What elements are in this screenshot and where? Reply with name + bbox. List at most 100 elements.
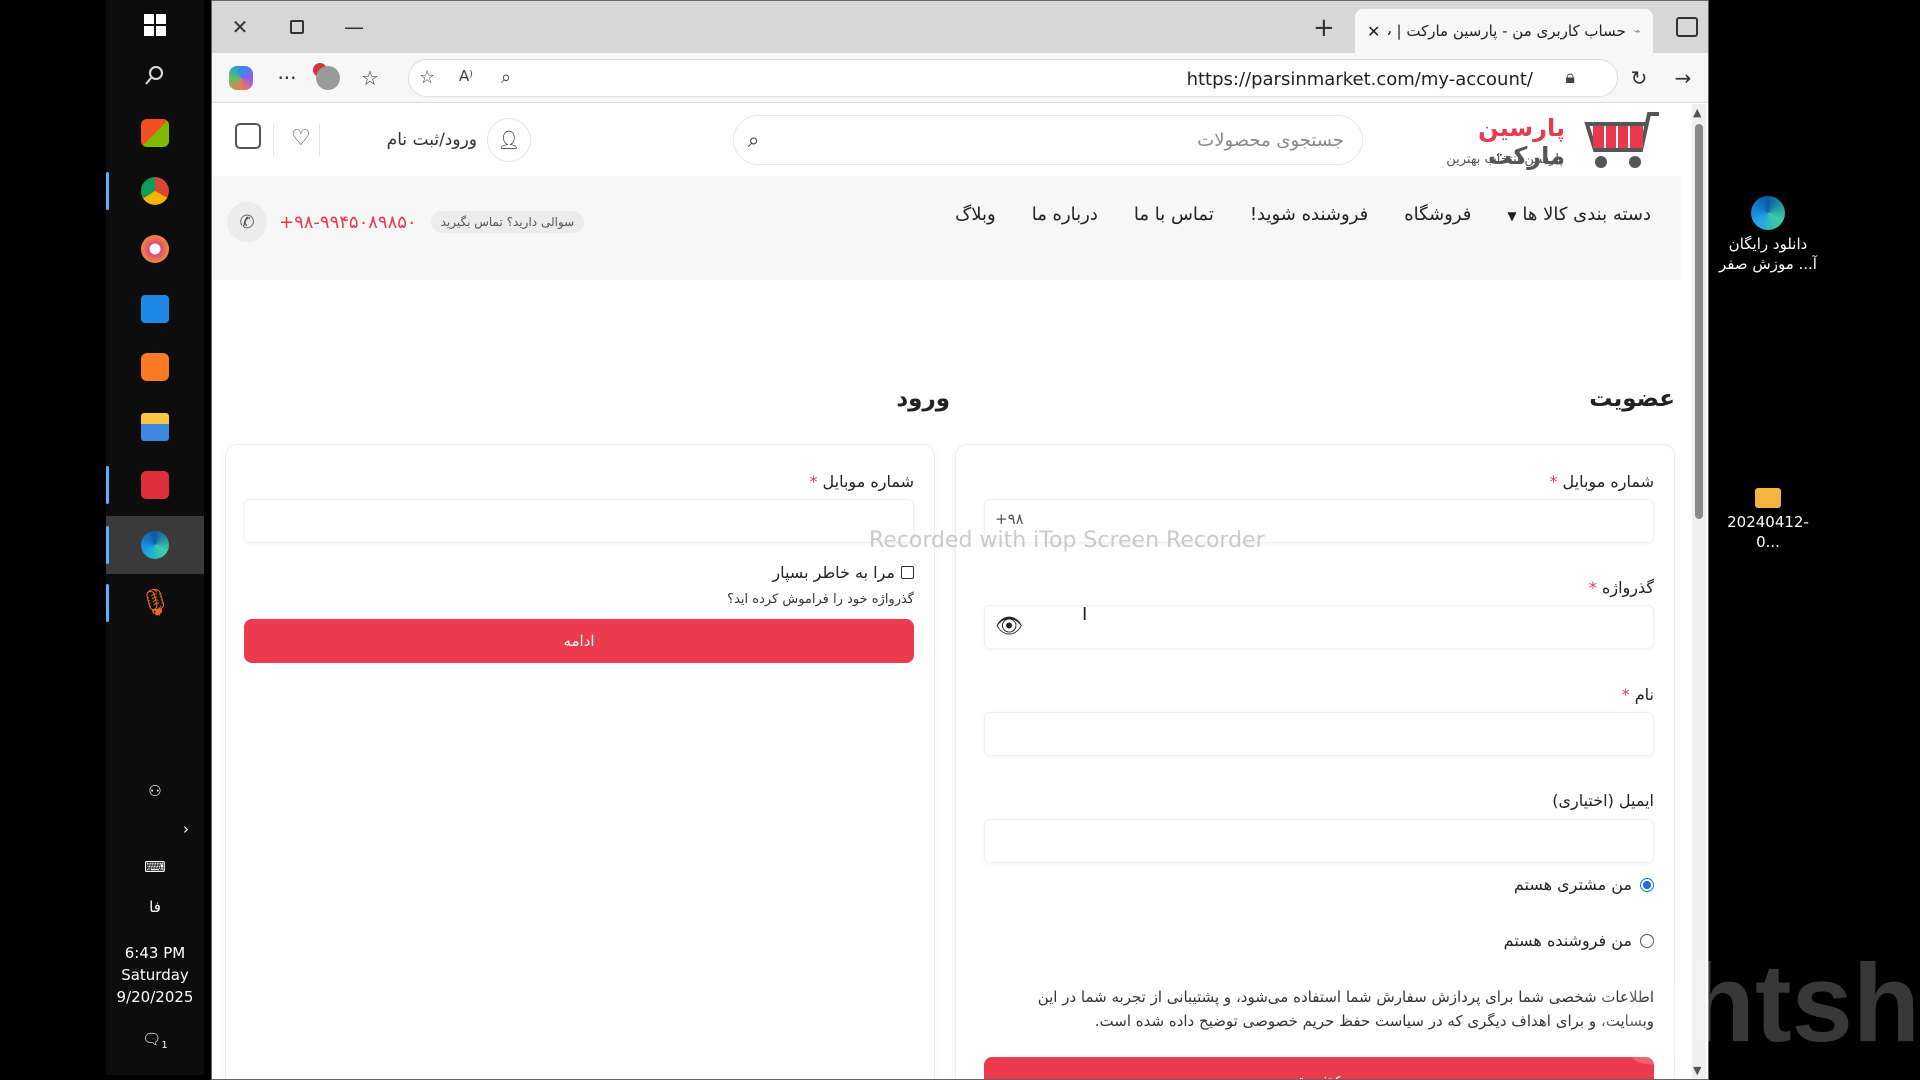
register-mobile-label: شماره موبایل * [1549, 472, 1654, 491]
taskbar-chrome[interactable] [106, 162, 204, 220]
contact-phone[interactable]: ✆ +۹۸-۹۹۴۵۰۸۹۸۵۰ سوالی دارید؟ تماس بگیری… [227, 202, 585, 242]
image-file-icon [1755, 488, 1781, 508]
radio-customer[interactable]: من مشتری هستم [1514, 875, 1654, 894]
register-password-label: گذرواژه * [1588, 578, 1654, 597]
taskbar-file-explorer[interactable] [106, 398, 204, 456]
profile-button[interactable] [313, 63, 343, 93]
remember-me-checkbox[interactable] [901, 566, 914, 579]
main-nav-bar: دسته بندی کالا ها ▼ فروشگاه فروشنده شوید… [213, 176, 1681, 280]
plus-icon: + [1313, 13, 1335, 43]
taskbar-search-button[interactable] [106, 46, 204, 104]
eye-slash-icon[interactable]: 👁︎ [995, 614, 1023, 639]
tab-bar: ✕ — + ⌁ حساب کاربری من - پارسین مارکت | … [212, 1, 1708, 53]
lock-icon[interactable]: 🔒︎ [1565, 67, 1575, 88]
edge-icon [141, 531, 169, 559]
menu-blog[interactable]: وبلاگ [955, 204, 996, 225]
url-text[interactable]: https://parsinmarket.com/my-account/ [1187, 69, 1533, 90]
tab-favicon: ⌁ [1633, 24, 1641, 38]
desktop-item-file[interactable]: 20240412-0... [1718, 488, 1818, 552]
notification-count: 1 [161, 1040, 168, 1051]
file-explorer-icon [141, 413, 169, 441]
taskbar-store[interactable] [106, 104, 204, 162]
forgot-password-link[interactable]: گذرواژه خود را فراموش کرده اید؟ [727, 592, 914, 607]
maximize-button[interactable] [283, 13, 311, 41]
keyboard-icon[interactable]: ⌨ [106, 858, 204, 876]
scroll-thumb[interactable] [1695, 124, 1703, 519]
phone-icon: ✆ [227, 202, 267, 242]
windows-icon [144, 14, 166, 36]
login-register-link[interactable]: 👤︎ ورود/ثبت نام [341, 116, 531, 164]
login-submit-button[interactable]: ادامه [244, 619, 914, 663]
close-window-button[interactable]: ✕ [226, 13, 254, 41]
caret-down-icon: ▼ [1507, 209, 1517, 223]
menu-categories[interactable]: دسته بندی کالا ها ▼ [1507, 204, 1651, 225]
zoom-icon[interactable]: ⌕ [501, 67, 511, 88]
desktop-item-course[interactable]: دانلود رایگان آ... موزش صفر [1718, 196, 1818, 274]
taskbar-mail[interactable] [106, 280, 204, 338]
browser-window: ✕ — + ⌁ حساب کاربری من - پارسین مارکت | … [211, 0, 1709, 1080]
cart-bag-icon[interactable] [235, 123, 261, 149]
maximize-icon [290, 20, 304, 34]
desktop-item-label: دانلود رایگان آ... موزش صفر [1719, 235, 1817, 273]
chevron-right-icon[interactable]: › [176, 820, 196, 838]
taskbar-microphone[interactable]: 🎙 [106, 574, 204, 632]
people-icon[interactable]: ⚇ [106, 782, 204, 800]
remember-me[interactable]: مرا به خاطر بسپار [772, 563, 914, 582]
star-icon[interactable]: ☆ [419, 67, 435, 88]
forward-button[interactable]: → [1668, 63, 1698, 93]
phone-number: +۹۸-۹۹۴۵۰۸۹۸۵۰ [279, 211, 417, 233]
search-input[interactable]: جستجوی محصولات [1197, 130, 1344, 151]
site-logo[interactable]: پارسین مارکت پارسین انتخاب بهترین [1443, 106, 1663, 180]
favorites-button[interactable]: ☆ [355, 63, 385, 93]
register-email-field[interactable] [984, 819, 1654, 863]
minimize-button[interactable]: — [340, 13, 368, 41]
new-tab-button[interactable]: + [1313, 13, 1335, 43]
login-title: ورود [896, 386, 950, 412]
arrow-right-icon: → [1674, 66, 1692, 90]
search-icon [145, 66, 163, 85]
login-card: شماره موبایل * مرا به خاطر بسپار گذرواژه… [225, 444, 935, 1079]
login-mobile-field[interactable] [244, 499, 914, 543]
clock-time[interactable]: 6:43 PM [106, 944, 204, 962]
taskbar-recorder[interactable] [106, 456, 204, 514]
store-icon [141, 119, 169, 147]
profile-icon [316, 66, 340, 90]
read-aloud-icon[interactable]: A⁾ [459, 67, 473, 85]
radio-customer-input[interactable] [1640, 877, 1654, 892]
more-button[interactable]: ··· [272, 63, 302, 93]
product-search[interactable]: جستجوی محصولات ⌕ [733, 115, 1363, 165]
login-mobile-label: شماره موبایل * [809, 472, 914, 491]
mail-icon [141, 295, 169, 323]
taskbar-media-player[interactable] [106, 220, 204, 278]
tab-title: حساب کاربری من - پارسین مارکت | پ [1388, 22, 1626, 40]
tab-my-account[interactable]: ⌁ حساب کاربری من - پارسین مارکت | پ ✕ [1355, 9, 1653, 53]
chrome-icon [141, 177, 169, 205]
taskbar-xampp[interactable] [106, 338, 204, 396]
page-scrollbar[interactable]: ▲ ▼ [1692, 104, 1706, 1079]
taskbar-edge[interactable] [106, 516, 204, 574]
register-submit-button[interactable]: عضویت [984, 1057, 1654, 1079]
tab-close-icon[interactable]: ✕ [1367, 22, 1380, 41]
desktop-item-label: 20240412-0... [1727, 513, 1809, 551]
notification-button[interactable]: 🗨1 [106, 1030, 204, 1051]
tab-actions-icon[interactable] [1676, 17, 1698, 37]
language-indicator[interactable]: فا [106, 898, 204, 916]
register-name-field[interactable] [984, 712, 1654, 756]
menu-shop[interactable]: فروشگاه [1404, 204, 1471, 225]
wishlist-icon[interactable]: ♡ [291, 126, 311, 151]
main-menu: دسته بندی کالا ها ▼ فروشگاه فروشنده شوید… [955, 204, 1651, 225]
menu-about[interactable]: درباره ما [1032, 204, 1098, 225]
user-icon: 👤︎ [487, 118, 531, 162]
address-bar[interactable]: ☆ A⁾ ⌕ https://parsinmarket.com/my-accou… [408, 59, 1618, 97]
minimize-icon: — [344, 15, 364, 39]
scroll-up-icon[interactable]: ▲ [1693, 106, 1701, 119]
refresh-button[interactable]: ↻ [1624, 63, 1654, 93]
mobile-prefix: +۹۸ [995, 510, 1024, 528]
menu-become-seller[interactable]: فروشنده شوید! [1250, 204, 1368, 225]
copilot-button[interactable] [226, 63, 256, 93]
notification-icon: 🗨 [142, 1030, 162, 1048]
register-email-label: ایمیل (اختیاری) [1552, 791, 1654, 810]
xampp-icon [141, 353, 169, 381]
menu-contact[interactable]: تماس با ما [1134, 204, 1214, 225]
search-icon[interactable]: ⌕ [748, 128, 759, 152]
